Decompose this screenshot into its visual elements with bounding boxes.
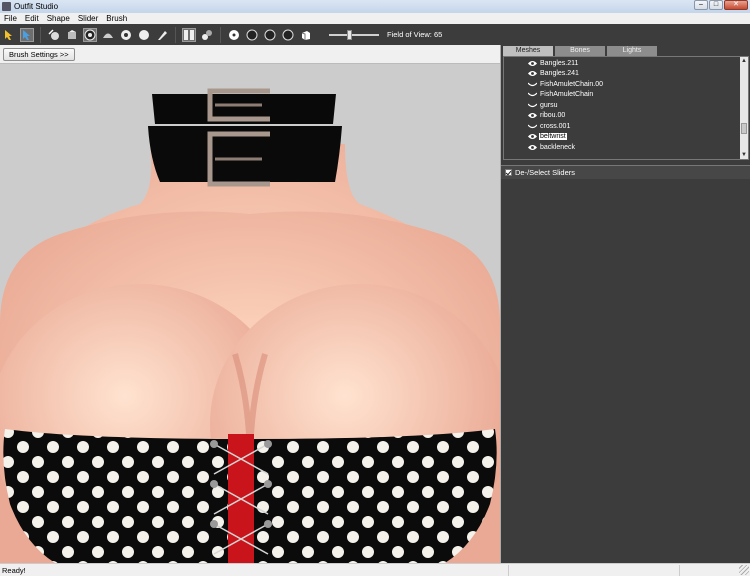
mesh-label: backleneck (540, 143, 576, 151)
brush-unmask-icon[interactable] (137, 28, 151, 42)
mesh-label: ribou.00 (540, 112, 566, 119)
view-right-icon[interactable] (281, 28, 295, 42)
brush-mask-icon[interactable] (119, 28, 133, 42)
toolbar-divider (220, 26, 221, 43)
menu-edit[interactable]: Edit (21, 14, 43, 23)
tab-bones[interactable]: Bones (555, 46, 605, 56)
mesh-label: beltwrist (539, 133, 567, 140)
select-tool-icon[interactable] (2, 28, 16, 42)
symmetry-toggle-icon[interactable] (200, 28, 214, 42)
close-button[interactable]: ✕ (724, 0, 748, 10)
eye-closed-icon[interactable] (528, 80, 537, 88)
panel-tabs: Meshes Bones Lights (501, 45, 750, 56)
status-divider (679, 565, 680, 576)
sliders-header: De-/Select Sliders (501, 165, 750, 179)
mesh-item[interactable]: beltwrist (528, 132, 567, 142)
eye-icon[interactable] (528, 133, 537, 141)
mesh-item[interactable]: FishAmuletChain.00 (528, 79, 604, 89)
scroll-thumb[interactable] (741, 123, 747, 134)
mesh-item[interactable]: backleneck (528, 142, 576, 152)
fov-slider[interactable] (329, 29, 379, 40)
status-divider (508, 565, 509, 576)
mesh-label: FishAmuletChain (540, 91, 594, 98)
maximize-button[interactable]: □ (709, 0, 723, 10)
status-bar: Ready! (0, 563, 750, 576)
model-render[interactable] (0, 64, 500, 563)
3d-viewport[interactable]: Brush Settings >> (0, 45, 500, 563)
eye-icon[interactable] (528, 59, 537, 67)
right-panel: Meshes Bones Lights ▲ ▼ Bangles.211 Bangl… (501, 45, 750, 563)
mirror-toggle-icon[interactable] (182, 27, 196, 42)
menu-bar: File Edit Shape Slider Brush (0, 13, 750, 24)
mesh-item[interactable]: gursu (528, 100, 559, 110)
mesh-label: Bangles.241 (540, 70, 579, 77)
eye-icon[interactable] (528, 143, 537, 151)
select-sliders-checkbox[interactable] (505, 169, 512, 176)
fov-label: Field of View: 65 (387, 30, 443, 39)
app-icon (2, 2, 11, 11)
menu-brush[interactable]: Brush (102, 14, 131, 23)
mesh-label: Bangles.211 (540, 59, 579, 67)
eye-closed-icon[interactable] (528, 101, 537, 109)
title-bar: Outfit Studio – □ ✕ (0, 0, 750, 13)
fov-slider-track (329, 33, 379, 36)
brush-move-icon[interactable] (83, 27, 97, 42)
eye-closed-icon[interactable] (528, 91, 537, 99)
brush-inflate-icon[interactable] (47, 28, 61, 42)
brush-settings-bar: Brush Settings >> (0, 45, 500, 64)
tab-lights[interactable]: Lights (607, 46, 657, 56)
eye-icon[interactable] (528, 112, 537, 120)
mesh-label: cross.001 (540, 122, 571, 130)
fov-slider-thumb[interactable] (347, 29, 352, 40)
sliders-header-label: De-/Select Sliders (515, 168, 576, 177)
menu-file[interactable]: File (0, 14, 21, 23)
view-front-icon[interactable] (227, 28, 241, 42)
view-left-icon[interactable] (263, 28, 277, 42)
status-text: Ready! (2, 566, 26, 575)
mesh-list-scrollbar[interactable]: ▲ ▼ (740, 57, 748, 159)
brush-settings-button[interactable]: Brush Settings >> (3, 48, 75, 61)
toolbar-divider (175, 26, 176, 43)
mesh-item[interactable]: cross.001 (528, 121, 571, 131)
minimize-button[interactable]: – (694, 0, 708, 10)
mesh-label: FishAmuletChain.00 (540, 80, 604, 88)
resize-grip[interactable] (739, 565, 749, 575)
mesh-label: gursu (540, 101, 558, 109)
mesh-item[interactable]: Bangles.211 (528, 58, 579, 68)
brush-deflate-icon[interactable] (65, 28, 79, 42)
brush-smooth-icon[interactable] (101, 28, 115, 42)
view-back-icon[interactable] (245, 28, 259, 42)
mesh-item[interactable]: FishAmuletChain (528, 90, 594, 100)
toolbar: Field of View: 65 (0, 24, 750, 45)
perspective-icon[interactable] (299, 28, 313, 42)
tab-meshes[interactable]: Meshes (503, 46, 553, 56)
brush-weight-icon[interactable] (155, 28, 169, 42)
toolbar-divider (40, 26, 41, 43)
menu-slider[interactable]: Slider (74, 14, 102, 23)
scroll-up-icon[interactable]: ▲ (740, 57, 748, 65)
scroll-down-icon[interactable]: ▼ (740, 151, 748, 159)
mesh-item[interactable]: ribou.00 (528, 111, 566, 121)
window-title: Outfit Studio (14, 2, 59, 11)
eye-icon[interactable] (528, 70, 537, 78)
mesh-list[interactable]: ▲ ▼ Bangles.211 Bangles.241 FishAmuletChai… (503, 56, 749, 160)
eye-closed-icon[interactable] (528, 122, 537, 130)
transform-tool-icon[interactable] (20, 27, 34, 42)
menu-shape[interactable]: Shape (43, 14, 74, 23)
mesh-item[interactable]: Bangles.241 (528, 69, 580, 79)
